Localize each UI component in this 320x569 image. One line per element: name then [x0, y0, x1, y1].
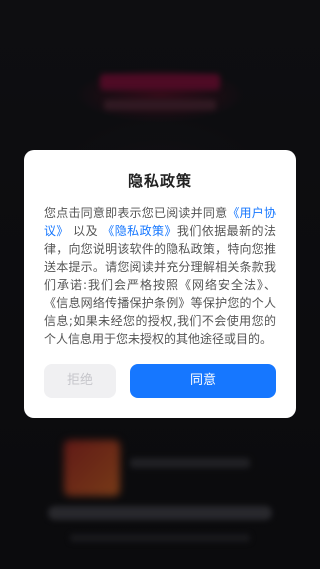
dialog-body: 您点击同意即表示您已阅读并同意《用户协议》 以及 《隐私政策》我们依据最新的法律…	[44, 204, 276, 348]
privacy-policy-link[interactable]: 《隐私政策》	[102, 224, 177, 238]
body-main-text: 我们依据最新的法律，向您说明该软件的隐私政策，特向您推送本提示。请您阅读并充分理…	[44, 224, 276, 346]
privacy-dialog: 隐私政策 您点击同意即表示您已阅读并同意《用户协议》 以及 《隐私政策》我们依据…	[24, 150, 296, 418]
reject-button[interactable]: 拒绝	[44, 364, 116, 398]
agree-button[interactable]: 同意	[130, 364, 276, 398]
body-and-text: 以及	[73, 224, 99, 238]
dialog-title: 隐私政策	[127, 172, 192, 190]
body-intro-text: 您点击同意即表示您已阅读并同意	[44, 206, 228, 220]
